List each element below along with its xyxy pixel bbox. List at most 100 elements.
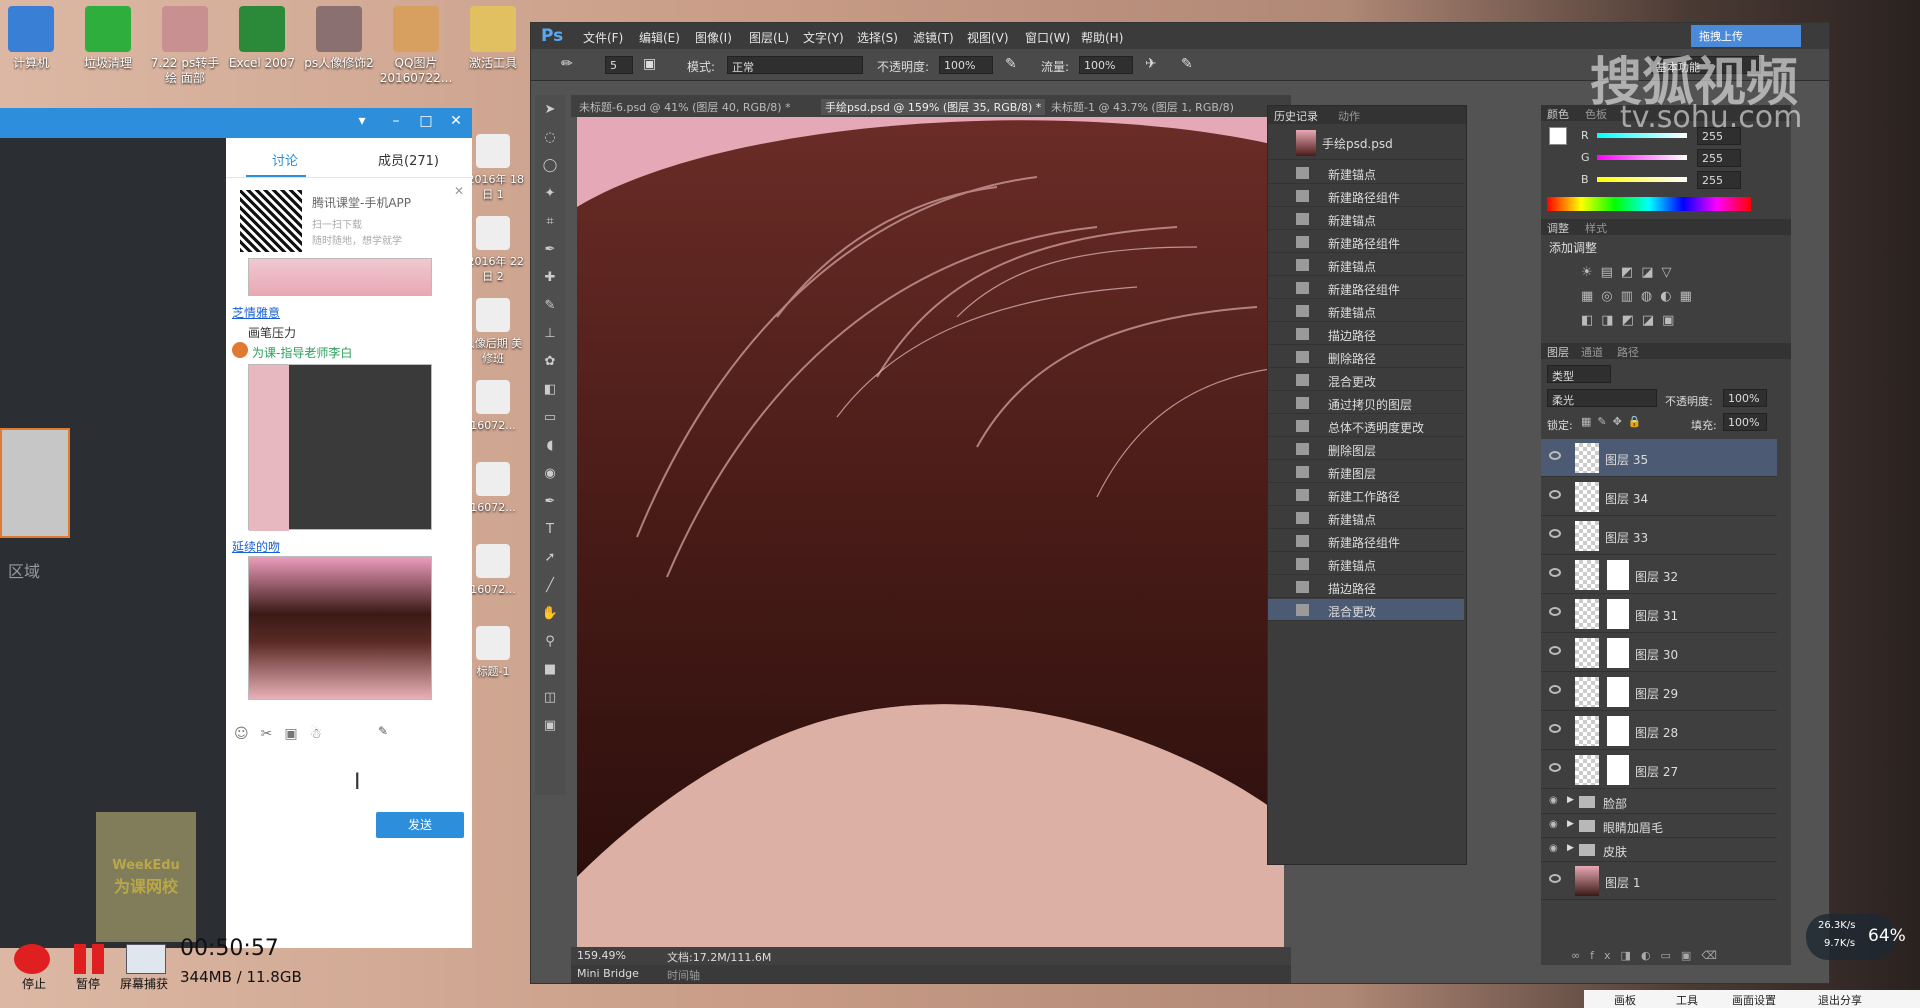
capture-icon[interactable] [126, 944, 166, 974]
tool-icon[interactable]: ▭ [541, 409, 559, 427]
layer-row[interactable]: 图层 31 [1541, 595, 1777, 633]
layer-row[interactable]: 图层 1 [1541, 862, 1777, 900]
history-item[interactable]: 新建工作路径 [1268, 484, 1464, 506]
tool-icon[interactable]: ⌗ [541, 213, 559, 231]
tool-icon[interactable]: ✒ [541, 241, 559, 259]
history-snapshot[interactable]: 手绘psd.psd [1268, 126, 1464, 160]
layer-row[interactable]: 图层 33 [1541, 517, 1777, 555]
chat-image-3[interactable] [248, 556, 432, 700]
eye-icon[interactable] [1549, 874, 1561, 883]
expand-arrow-icon[interactable]: ▶ [1567, 819, 1574, 829]
toolbar-exit-share[interactable]: 退出分享 [1818, 992, 1862, 1008]
eye-icon[interactable] [1549, 724, 1561, 733]
tab-discussion[interactable]: 讨论 [272, 150, 298, 169]
adjustment-icons[interactable]: ☀▤◩◪▽ ▦◎▥◍◐▦ ◧◨◩◪▣ [1581, 261, 1711, 331]
layer-mask[interactable] [1607, 716, 1629, 746]
history-item[interactable]: 新建锚点 [1268, 553, 1464, 575]
history-item[interactable]: 删除图层 [1268, 438, 1464, 460]
desktop-icon[interactable]: Excel 2007 [223, 6, 301, 71]
mode-select[interactable]: 正常 [727, 56, 863, 74]
blend-mode-select[interactable]: 柔光 [1547, 389, 1657, 407]
tool-icon[interactable]: ◫ [541, 689, 559, 707]
tab-timeline[interactable]: 时间轴 [667, 967, 700, 983]
layer-row[interactable]: 图层 29 [1541, 673, 1777, 711]
layer-row[interactable]: 图层 34 [1541, 478, 1777, 516]
foreground-swatch[interactable] [1549, 127, 1567, 145]
chat-image-2[interactable] [248, 364, 432, 531]
menu-item[interactable]: 文件(F) [583, 29, 623, 46]
channel-slider[interactable] [1597, 177, 1687, 182]
history-item[interactable]: 混合更改 [1268, 599, 1464, 621]
menu-item[interactable]: 滤镜(T) [913, 29, 954, 46]
layer-mask[interactable] [1607, 638, 1629, 668]
tool-icon[interactable]: ⊥ [541, 325, 559, 343]
toolbar-screen-settings[interactable]: 画面设置 [1732, 992, 1776, 1008]
menu-item[interactable]: 视图(V) [967, 29, 1009, 46]
tool-icon[interactable]: ✋ [541, 605, 559, 623]
edit-icon[interactable]: ✎ [378, 724, 388, 738]
history-item[interactable]: 新建锚点 [1268, 300, 1464, 322]
layer-group[interactable]: ◉ ▶ 眼睛加眉毛 [1541, 814, 1777, 838]
tab-members[interactable]: 成员(271) [378, 150, 439, 169]
pressure-opacity-icon[interactable]: ✎ [1005, 56, 1017, 72]
layer-row[interactable]: 图层 30 [1541, 634, 1777, 672]
tab-styles[interactable]: 样式 [1585, 220, 1607, 236]
close-promo-icon[interactable]: ✕ [454, 184, 464, 198]
toolbar-board[interactable]: 画板 [1614, 992, 1636, 1008]
capture-label[interactable]: 屏幕捕获 [120, 975, 168, 992]
eye-icon[interactable]: ◉ [1549, 795, 1558, 806]
menu-item[interactable]: 图层(L) [749, 29, 789, 46]
menu-item[interactable]: 窗口(W) [1025, 29, 1070, 46]
eye-icon[interactable] [1549, 685, 1561, 694]
sender-name-2[interactable]: 为课-指导老师李白 [252, 344, 352, 361]
maximize-button[interactable]: □ [416, 113, 436, 129]
doc-tab-2[interactable]: 手绘psd.psd @ 159% (图层 35, RGB/8) * [821, 99, 1046, 115]
tab-adjustments[interactable]: 调整 [1547, 220, 1569, 236]
tool-icon[interactable]: ✒ [541, 493, 559, 511]
menu-item[interactable]: 文字(Y) [803, 29, 844, 46]
brush-panel-icon[interactable]: ▣ [643, 56, 656, 72]
tool-icon[interactable]: ✿ [541, 353, 559, 371]
history-item[interactable]: 新建锚点 [1268, 254, 1464, 276]
history-item[interactable]: 混合更改 [1268, 369, 1464, 391]
doc-tab-3[interactable]: 未标题-1 @ 43.7% (图层 1, RGB/8) [1051, 99, 1234, 115]
tool-icon[interactable]: ◧ [541, 381, 559, 399]
history-item[interactable]: 通过拷贝的图层 [1268, 392, 1464, 414]
eye-icon[interactable] [1549, 529, 1561, 538]
brush-size-field[interactable]: 5 [605, 56, 633, 74]
menu-item[interactable]: 帮助(H) [1081, 29, 1123, 46]
menu-item[interactable]: 选择(S) [857, 29, 898, 46]
eye-icon[interactable] [1549, 607, 1561, 616]
layer-mask[interactable] [1607, 677, 1629, 707]
channel-value[interactable]: 255 [1697, 171, 1741, 189]
dropdown-icon[interactable]: ▾ [352, 113, 372, 129]
expand-arrow-icon[interactable]: ▶ [1567, 843, 1574, 853]
minimize-button[interactable]: – [386, 113, 406, 129]
doc-tab-1[interactable]: 未标题-6.psd @ 41% (图层 40, RGB/8) * [579, 99, 791, 115]
history-item[interactable]: 新建路径组件 [1268, 185, 1464, 207]
tab-paths[interactable]: 路径 [1617, 344, 1639, 360]
layer-opacity-field[interactable]: 100% [1723, 389, 1767, 407]
fill-field[interactable]: 100% [1723, 413, 1767, 431]
desktop-icon[interactable]: 垃圾清理 [69, 6, 147, 71]
eye-icon[interactable] [1549, 568, 1561, 577]
history-item[interactable]: 新建路径组件 [1268, 530, 1464, 552]
tool-icon[interactable]: ✦ [541, 185, 559, 203]
menu-item[interactable]: 编辑(E) [639, 29, 680, 46]
history-item[interactable]: 新建图层 [1268, 461, 1464, 483]
layer-group[interactable]: ◉ ▶ 皮肤 [1541, 838, 1777, 862]
chat-image-1[interactable] [248, 258, 432, 296]
tool-icon[interactable]: ➚ [541, 549, 559, 567]
color-spectrum[interactable] [1547, 197, 1751, 211]
layer-mask[interactable] [1607, 755, 1629, 785]
desktop-icon[interactable]: QQ图片 20160722... [377, 6, 455, 86]
pause-label[interactable]: 暂停 [76, 975, 100, 992]
eye-icon[interactable]: ◉ [1549, 819, 1558, 830]
net-meter[interactable]: 26.3K/s 9.7K/s 64% [1806, 914, 1906, 960]
history-item[interactable]: 新建锚点 [1268, 162, 1464, 184]
tab-history[interactable]: 历史记录 [1274, 108, 1318, 124]
tool-icon[interactable]: ⚲ [541, 633, 559, 651]
tool-icon[interactable]: ■ [541, 661, 559, 679]
layer-mask[interactable] [1607, 599, 1629, 629]
history-item[interactable]: 新建路径组件 [1268, 277, 1464, 299]
